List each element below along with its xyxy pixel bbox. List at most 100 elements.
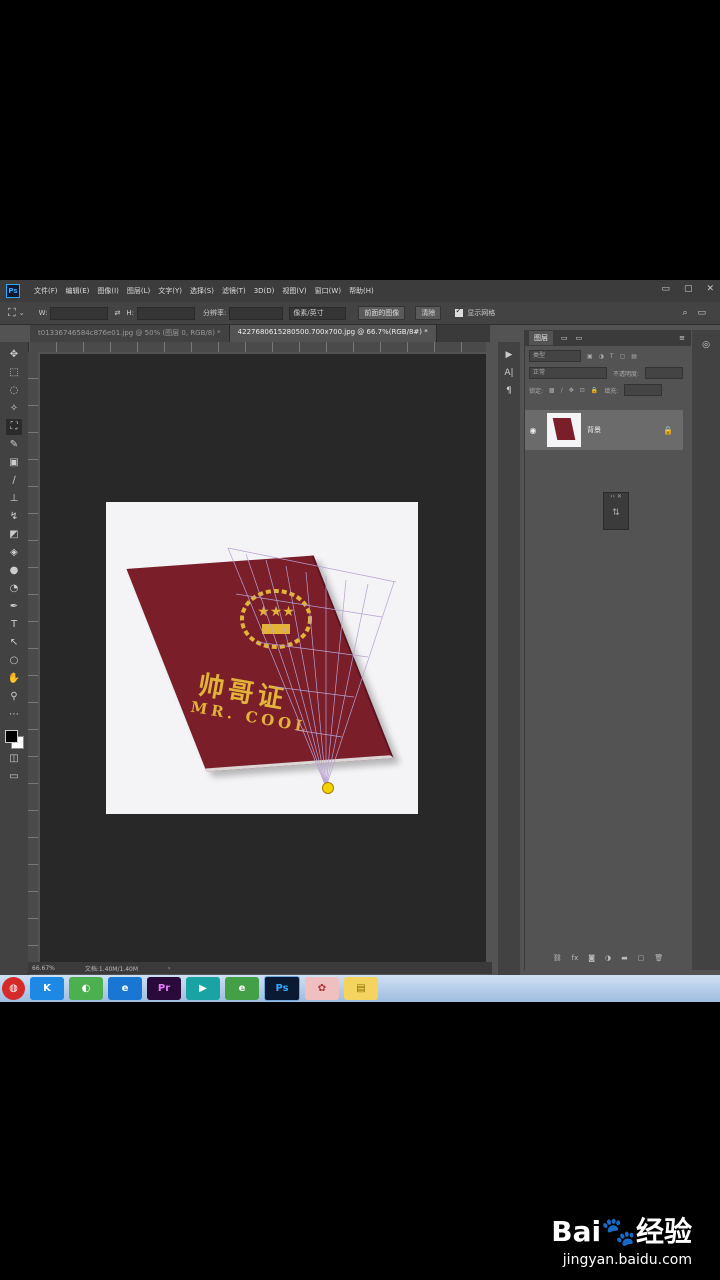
history-brush-icon[interactable]: ↯	[6, 509, 22, 525]
taskbar-app-icon[interactable]: ✿	[305, 977, 339, 1000]
layer-search-input[interactable]: 类型	[529, 350, 581, 362]
workspace-icon[interactable]: ▭	[697, 308, 706, 318]
more-tools-icon[interactable]: ⋯	[6, 707, 22, 723]
menu-3d[interactable]: 3D(D)	[254, 287, 275, 295]
marquee-tool-icon[interactable]: ⬚	[6, 365, 22, 381]
screen-mode-icon[interactable]: ▭	[6, 769, 22, 785]
filter-type-icon[interactable]: T	[610, 353, 614, 360]
brush-icon[interactable]: ∕	[6, 473, 22, 489]
move-tool-icon[interactable]: ✥	[6, 347, 22, 363]
document-image[interactable]: ★★★ 帅哥证 MR. COOL	[106, 502, 418, 814]
taskbar-app-k-icon[interactable]: K	[30, 977, 64, 1000]
taskbar-explorer-icon[interactable]: ▤	[344, 977, 378, 1000]
filter-smart-icon[interactable]: ▤	[631, 353, 637, 360]
taskbar-ie-icon[interactable]: e	[108, 977, 142, 1000]
quick-mask-icon[interactable]: ◫	[6, 751, 22, 767]
play-icon[interactable]: ▶	[506, 350, 513, 360]
paint-bucket-icon[interactable]: ◈	[6, 545, 22, 561]
menu-layer[interactable]: 图层(L)	[127, 286, 150, 296]
menu-filter[interactable]: 滤镜(T)	[222, 286, 246, 296]
tab-layers[interactable]: 图层	[529, 331, 553, 345]
blend-mode-select[interactable]: 正常	[529, 367, 607, 379]
pen-icon[interactable]: ✒	[6, 599, 22, 615]
menu-edit[interactable]: 编辑(E)	[66, 286, 90, 296]
tab-document-2[interactable]: 4227680615280500.700x700.jpg @ 66.7%(RGB…	[229, 325, 437, 342]
floating-mini-panel[interactable]: ›› ✕ ⇅	[603, 492, 629, 530]
lasso-tool-icon[interactable]: ◌	[6, 383, 22, 399]
chevron-right-icon[interactable]: ›	[168, 965, 170, 972]
taskbar-browser-icon[interactable]: e	[225, 977, 259, 1000]
unit-select[interactable]: 像素/英寸	[289, 306, 347, 320]
trash-icon[interactable]: 🗑	[654, 954, 663, 968]
mini-panel-collapse-icon[interactable]: ›› ✕	[604, 493, 628, 500]
taskbar-wechat-icon[interactable]: ◐	[69, 977, 103, 1000]
adjust-icon[interactable]: ⇅	[604, 508, 628, 518]
search-icon[interactable]: ⌕	[682, 308, 687, 318]
menu-select[interactable]: 选择(S)	[190, 286, 214, 296]
start-button-icon[interactable]: ◍	[2, 977, 25, 1000]
path-select-icon[interactable]: ↖	[6, 635, 22, 651]
lock-artboard-icon[interactable]: ⊡	[580, 387, 585, 394]
hand-tool-icon[interactable]: ✋	[6, 671, 22, 687]
panel-menu-icon[interactable]: ≡	[679, 334, 685, 342]
height-input[interactable]	[136, 306, 195, 320]
layer-name[interactable]: 背景	[587, 425, 601, 435]
filter-pixel-icon[interactable]: ▣	[587, 353, 593, 360]
perspective-crop-tool-icon[interactable]: ⛶	[6, 419, 22, 435]
opacity-input[interactable]	[645, 367, 684, 379]
menu-help[interactable]: 帮助(H)	[349, 286, 374, 296]
channels-tab-icon[interactable]: ▭	[561, 334, 568, 342]
menu-view[interactable]: 视图(V)	[282, 286, 306, 296]
menu-type[interactable]: 文字(Y)	[158, 286, 182, 296]
menu-file[interactable]: 文件(F)	[34, 286, 58, 296]
taskbar-photoshop-icon[interactable]: Ps	[264, 976, 300, 1001]
foreground-color[interactable]	[5, 730, 18, 743]
cc-icon[interactable]: ◎	[692, 340, 720, 350]
paths-tab-icon[interactable]: ▭	[576, 334, 583, 342]
adjustment-layer-icon[interactable]: ◑	[605, 954, 611, 968]
lock-pixels-icon[interactable]: ▩	[549, 387, 555, 394]
magic-wand-icon[interactable]: ✧	[6, 401, 22, 417]
fx-icon[interactable]: fx	[572, 954, 579, 968]
type-tool-icon[interactable]: T	[6, 617, 22, 633]
taskbar-player-icon[interactable]: ▶	[186, 977, 220, 1000]
blur-icon[interactable]: ●	[6, 563, 22, 579]
doc-info[interactable]: 文档:1.40M/1.40M	[85, 964, 138, 973]
stamp-icon[interactable]: ⊥	[6, 491, 22, 507]
zoom-level[interactable]: 66.67%	[32, 965, 55, 972]
swap-icon[interactable]: ⇄	[114, 309, 120, 317]
folder-icon[interactable]: ▬	[621, 954, 628, 968]
filter-shape-icon[interactable]: ▢	[620, 353, 626, 360]
lock-paint-icon[interactable]: ∕	[561, 387, 563, 394]
clear-button[interactable]: 清除	[415, 306, 442, 320]
character-panel-icon[interactable]: A|	[504, 368, 513, 378]
dodge-icon[interactable]: ◔	[6, 581, 22, 597]
layer-row-background[interactable]: ◉ 背景 🔒	[525, 410, 683, 450]
show-grid-checkbox[interactable]	[455, 306, 464, 317]
healing-brush-icon[interactable]: ▣	[6, 455, 22, 471]
eyedropper-icon[interactable]: ✎	[6, 437, 22, 453]
menu-image[interactable]: 图像(I)	[97, 286, 119, 296]
link-icon[interactable]: ⛓	[553, 954, 562, 968]
minimize-icon[interactable]: ▭	[661, 284, 670, 294]
eye-icon[interactable]: ◉	[525, 426, 541, 435]
eraser-icon[interactable]: ◩	[6, 527, 22, 543]
menu-window[interactable]: 窗口(W)	[315, 286, 341, 296]
zoom-tool-icon[interactable]: ⚲	[6, 689, 22, 705]
chevron-down-icon[interactable]: ⌄	[19, 309, 25, 317]
maximize-icon[interactable]: ▢	[684, 284, 693, 294]
new-layer-icon[interactable]: ▢	[638, 954, 645, 968]
resolution-input[interactable]	[229, 306, 284, 320]
taskbar-premiere-icon[interactable]: Pr	[147, 977, 181, 1000]
crop-tool-icon[interactable]: ⛶	[8, 306, 16, 320]
paragraph-panel-icon[interactable]: ¶	[506, 386, 512, 396]
lock-all-icon[interactable]: 🔒	[591, 387, 598, 394]
width-input[interactable]	[50, 306, 109, 320]
tab-document-1[interactable]: t01336746584c876e01.jpg @ 50% (图层 0, RGB…	[30, 325, 230, 342]
front-image-button[interactable]: 前面的图像	[358, 306, 406, 320]
lock-move-icon[interactable]: ✥	[569, 387, 574, 394]
fill-input[interactable]	[624, 384, 663, 396]
filter-adjust-icon[interactable]: ◑	[599, 353, 604, 360]
perspective-handle[interactable]	[322, 782, 334, 794]
close-icon[interactable]: ✕	[706, 284, 714, 294]
